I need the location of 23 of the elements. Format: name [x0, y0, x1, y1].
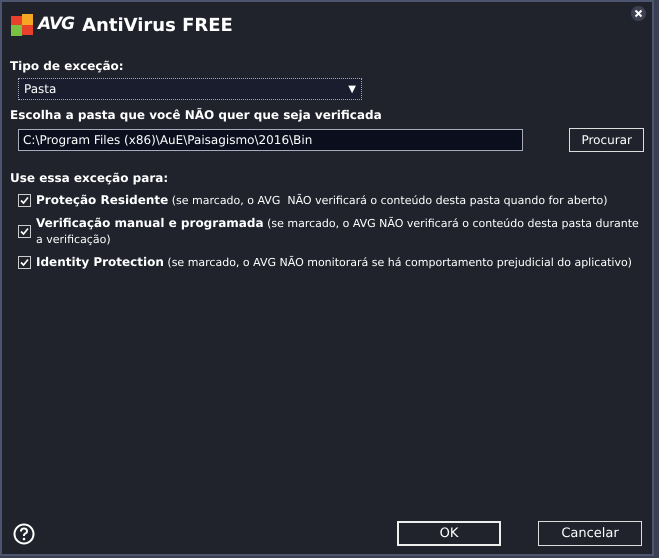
brand-name: AVG	[38, 13, 74, 36]
type-dropdown[interactable]: Pasta ▼	[18, 78, 362, 100]
option-text: Proteção Residente (se marcado, o AVG NÃO verificará o conteúdo desta pasta quando for aberto)	[36, 192, 609, 209]
checkbox[interactable]	[18, 225, 31, 238]
checkmark-icon	[20, 227, 29, 236]
close-button[interactable]	[631, 6, 646, 21]
checkmark-icon	[20, 196, 29, 205]
option-text: Verificação manual e programada (se marcado, o AVG NÃO verificará o conteúdo desta pasta durante a verificação)	[36, 215, 640, 248]
checkbox[interactable]	[18, 256, 31, 269]
field-label: Tipo de exceção:	[10, 58, 124, 74]
logo-icon	[10, 13, 36, 37]
path-field[interactable]: C:\Program Files (x86)\AuE\Paisagismo\2016\Bin	[18, 129, 524, 151]
checkbox[interactable]	[18, 194, 31, 207]
cancel-button[interactable]: Cancelar	[538, 521, 642, 546]
section-label: Use essa exceção para:	[10, 170, 168, 186]
ok-button[interactable]: OK	[397, 521, 501, 546]
option-text: Identity Protection (se marcado, o AVG NÃO monitorará se há comportamento prejudicial do aplicativo)	[36, 254, 633, 271]
field-label: Escolha a pasta que você NÃO quer que seja verificada	[10, 107, 382, 123]
close-icon[interactable]	[634, 9, 643, 18]
checkmark-icon	[20, 258, 29, 267]
help-icon[interactable]	[13, 522, 35, 544]
window-title: AntiVirus FREE	[82, 14, 233, 38]
browse-button[interactable]: Procurar	[569, 128, 644, 152]
